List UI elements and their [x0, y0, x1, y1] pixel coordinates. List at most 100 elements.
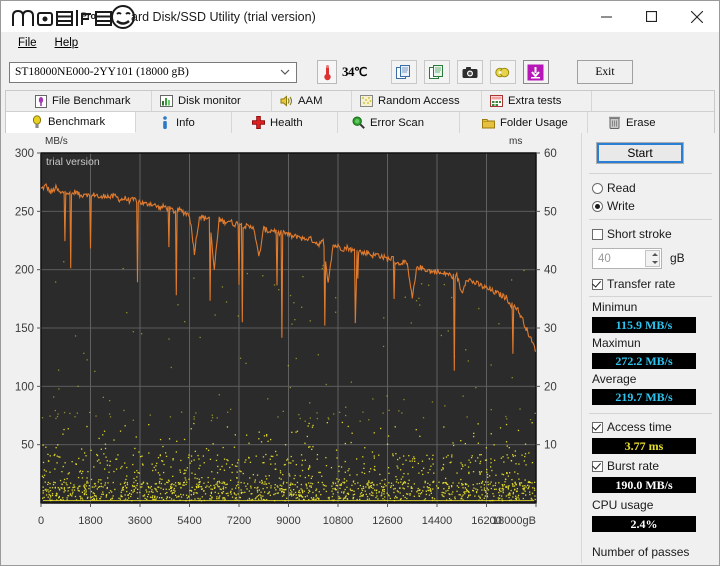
health-cross-icon — [252, 116, 265, 130]
radio-read[interactable]: Read — [592, 181, 636, 195]
random-access-icon — [360, 94, 373, 108]
menu-file[interactable]: File — [9, 35, 46, 51]
tab-folder-usage[interactable]: Folder Usage — [460, 112, 588, 133]
checkbox-short-stroke[interactable]: Short stroke — [592, 227, 672, 241]
close-button[interactable] — [674, 1, 719, 32]
svg-text:7200: 7200 — [227, 515, 251, 527]
menu-help-label: Help — [54, 36, 79, 49]
tab-file-benchmark[interactable]: File Benchmark — [26, 91, 152, 112]
tab-row-1: File Benchmark Disk monitor AAM Random A… — [6, 91, 714, 112]
tab-erase[interactable]: Erase — [588, 112, 680, 133]
checkbox-short-stroke-indicator — [592, 228, 603, 240]
checkbox-transfer-rate[interactable]: Transfer rate — [592, 277, 675, 291]
copy-excel-icon[interactable] — [423, 60, 450, 84]
checkbox-transfer-rate-indicator — [592, 278, 603, 290]
spin-down-icon — [652, 260, 658, 264]
checkbox-burst-rate-label: Burst rate — [607, 459, 660, 473]
spin-up-icon — [652, 253, 658, 257]
svg-text:20: 20 — [544, 381, 557, 393]
extra-tests-icon — [490, 94, 503, 108]
svg-text:1800: 1800 — [78, 515, 102, 527]
tab-random-access[interactable]: Random Access — [352, 91, 482, 112]
tab-health-label: Health — [270, 116, 303, 129]
tab-row1-filler — [592, 91, 714, 112]
checkbox-access-time-label: Access time — [607, 420, 672, 434]
tab-strip: File Benchmark Disk monitor AAM Random A… — [5, 90, 715, 133]
number-of-passes-label: Number of passes — [592, 545, 690, 559]
svg-text:Pro: Pro — [81, 11, 97, 21]
window-controls — [584, 1, 719, 32]
svg-text:150: 150 — [15, 323, 34, 335]
svg-text:40: 40 — [544, 265, 557, 277]
thermometer-icon[interactable] — [317, 60, 337, 84]
tab-aam-label: AAM — [298, 95, 323, 107]
svg-text:10800: 10800 — [323, 515, 354, 527]
tab-disk-monitor[interactable]: Disk monitor — [152, 91, 272, 112]
svg-text:3600: 3600 — [128, 515, 152, 527]
minimize-button[interactable] — [584, 1, 629, 32]
erase-trash-icon — [608, 116, 621, 130]
y-axis-label: MB/s — [45, 136, 68, 147]
average-label: Average — [592, 372, 637, 386]
tab-extra-tests[interactable]: Extra tests — [482, 91, 592, 112]
svg-text:30: 30 — [544, 323, 557, 335]
benchmark-chart-svg: 50 100 150 200 250 300 10 20 30 40 50 60 0 1800 3600 54… — [15, 148, 557, 527]
main-content: 50 100 150 200 250 300 10 20 30 40 50 60 0 1800 3600 54… — [1, 133, 719, 565]
tab-benchmark-label: Benchmark — [48, 116, 106, 128]
download-icon[interactable] — [522, 60, 549, 84]
checkbox-short-stroke-label: Short stroke — [607, 227, 672, 241]
svg-text:9000: 9000 — [276, 515, 300, 527]
chevron-down-icon — [278, 63, 292, 82]
average-value: 219.7 MB/s — [592, 389, 696, 405]
disk-monitor-icon — [160, 94, 173, 108]
benchmark-options-panel: Start Read Write Short stroke 40 gB Tran… — [581, 133, 719, 565]
benchmark-chart-pane: 50 100 150 200 250 300 10 20 30 40 50 60 0 1800 3600 54… — [1, 133, 581, 565]
tab-disk-monitor-label: Disk monitor — [178, 95, 241, 107]
short-stroke-value: 40 — [598, 252, 611, 265]
menu-help[interactable]: Help — [46, 35, 88, 51]
cpu-usage-value: 2.4% — [592, 516, 696, 532]
screenshot-icon[interactable] — [456, 60, 483, 84]
menu-bar: File Help — [1, 32, 719, 54]
start-button[interactable]: Start — [596, 142, 684, 164]
maximum-value: 272.2 MB/s — [592, 353, 696, 369]
tab-extra-tests-label: Extra tests — [508, 95, 562, 107]
svg-text:18000gB: 18000gB — [492, 515, 536, 527]
device-selector[interactable]: ST18000NE000-2YY101 (18000 gB) — [9, 61, 297, 83]
tab-error-scan-label: Error Scan — [370, 116, 424, 129]
checkbox-access-time[interactable]: Access time — [592, 420, 672, 434]
tab-error-scan[interactable]: Error Scan — [338, 112, 460, 133]
burst-rate-value: 190.0 MB/s — [592, 477, 696, 493]
svg-text:250: 250 — [15, 206, 34, 218]
app-window: ard Disk/SSD Utility (trial version) Pro… — [0, 0, 720, 566]
radio-read-indicator — [592, 182, 603, 194]
svg-text:50: 50 — [21, 440, 34, 452]
checkbox-access-time-indicator — [592, 421, 603, 433]
copy-icon[interactable] — [390, 60, 417, 84]
error-scan-magnifier-icon — [352, 116, 365, 130]
tab-info[interactable]: Info — [136, 112, 232, 133]
svg-text:12600: 12600 — [372, 515, 403, 527]
short-stroke-stepper[interactable]: 40 — [592, 248, 662, 269]
tab-info-label: Info — [176, 116, 195, 129]
radio-write[interactable]: Write — [592, 199, 635, 213]
svg-text:300: 300 — [15, 148, 34, 160]
radio-write-indicator — [592, 200, 603, 212]
toolbar: ST18000NE000-2YY101 (18000 gB) 34 ℃ Exit — [1, 54, 719, 90]
tab-benchmark[interactable]: Benchmark — [6, 112, 136, 133]
tab-row1-gutter — [6, 91, 26, 112]
short-stroke-spin-buttons[interactable] — [645, 250, 660, 267]
checkbox-burst-rate-indicator — [592, 460, 603, 472]
maximize-button[interactable] — [629, 1, 674, 32]
short-stroke-unit: gB — [670, 251, 685, 265]
info-icon — [158, 115, 171, 130]
tab-health[interactable]: Health — [232, 112, 338, 133]
cpu-usage-label: CPU usage — [592, 498, 654, 512]
exit-button[interactable]: Exit — [576, 60, 633, 84]
tab-aam[interactable]: AAM — [272, 91, 352, 112]
temperature-indicator: 34 ℃ — [317, 60, 367, 84]
tab-random-access-label: Random Access — [378, 95, 460, 107]
checkbox-burst-rate[interactable]: Burst rate — [592, 459, 659, 473]
temperature-value: 34 — [342, 64, 355, 79]
settings-icon[interactable] — [489, 60, 516, 84]
